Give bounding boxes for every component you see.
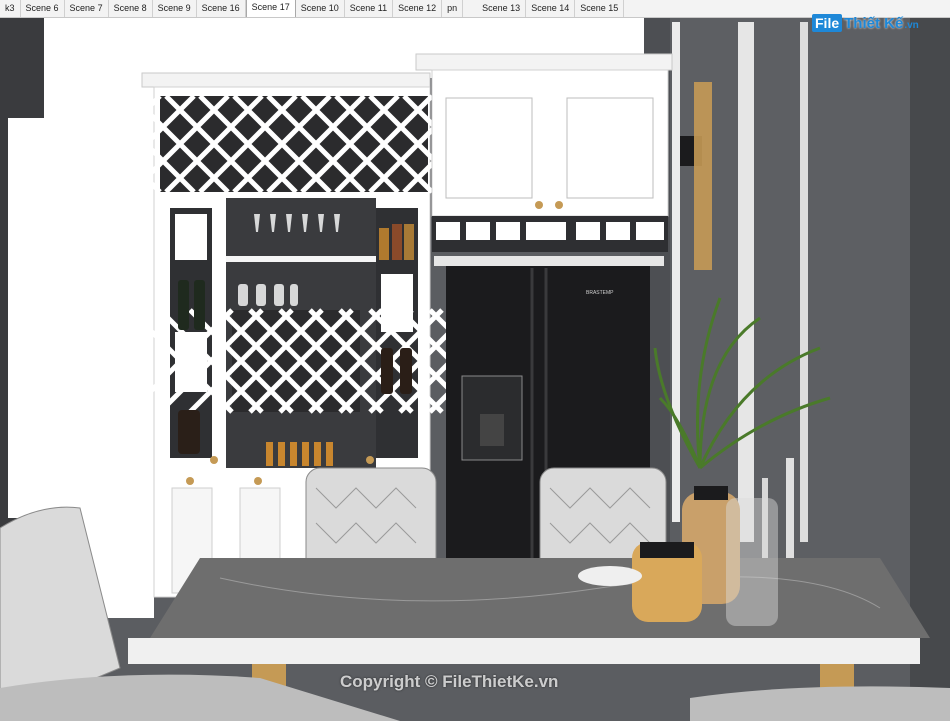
scene-tab[interactable]: Scene 12: [393, 0, 443, 17]
logo-text: Thiết Kế: [844, 14, 904, 32]
scene-tab[interactable]: Scene 13: [477, 0, 527, 17]
scene-tab[interactable]: Scene 9: [153, 0, 197, 17]
site-logo: File Thiết Kế .vn: [812, 14, 919, 32]
upper-door-right: [566, 97, 654, 199]
scene-tab[interactable]: k3: [0, 0, 21, 17]
scene-tab-bar: k3 Scene 6 Scene 7 Scene 8 Scene 9 Scene 16 Sc…: [0, 0, 950, 18]
scene-tab[interactable]: Scene 6: [21, 0, 65, 17]
marble-tabletop: [150, 558, 930, 638]
fridge-brand-label: BRASTEMP: [586, 290, 614, 296]
cornice-right: [415, 53, 673, 71]
logo-suffix: .vn: [904, 19, 919, 31]
scene-tab[interactable]: Scene 15: [575, 0, 625, 17]
scene-tab[interactable]: Scene 11: [345, 0, 394, 17]
cabinet-door: [239, 487, 281, 569]
logo-mark: File: [812, 14, 843, 32]
cornice-left: [141, 72, 431, 88]
scene-tab[interactable]: Scene 8: [109, 0, 153, 17]
wall-molding: [800, 22, 808, 542]
scene-tab[interactable]: pn: [442, 0, 464, 17]
wall-molding: [738, 22, 754, 542]
table-edge: [128, 638, 920, 664]
copyright-watermark: Copyright © FileThietKe.vn: [340, 672, 559, 691]
viewport-3d-scene[interactable]: BRASTEMP: [0, 18, 950, 721]
upper-door-left: [445, 97, 533, 199]
upper-cubbies: [436, 222, 664, 240]
scene-tab[interactable]: Scene 7: [65, 0, 109, 17]
wall-molding: [672, 22, 680, 522]
knob: [366, 456, 374, 464]
scene-tab[interactable]: Scene 16: [197, 0, 246, 17]
scene-tab[interactable]: Scene 17: [245, 0, 296, 17]
knob: [186, 477, 194, 485]
scene-tab[interactable]: Scene 14: [526, 0, 576, 17]
knob: [254, 477, 262, 485]
plate-stack: [578, 566, 642, 586]
knob: [210, 456, 218, 464]
sconce-gold-tubes: [694, 82, 712, 270]
glass-vase: [726, 498, 778, 626]
scene-tab[interactable]: Scene 10: [296, 0, 345, 17]
